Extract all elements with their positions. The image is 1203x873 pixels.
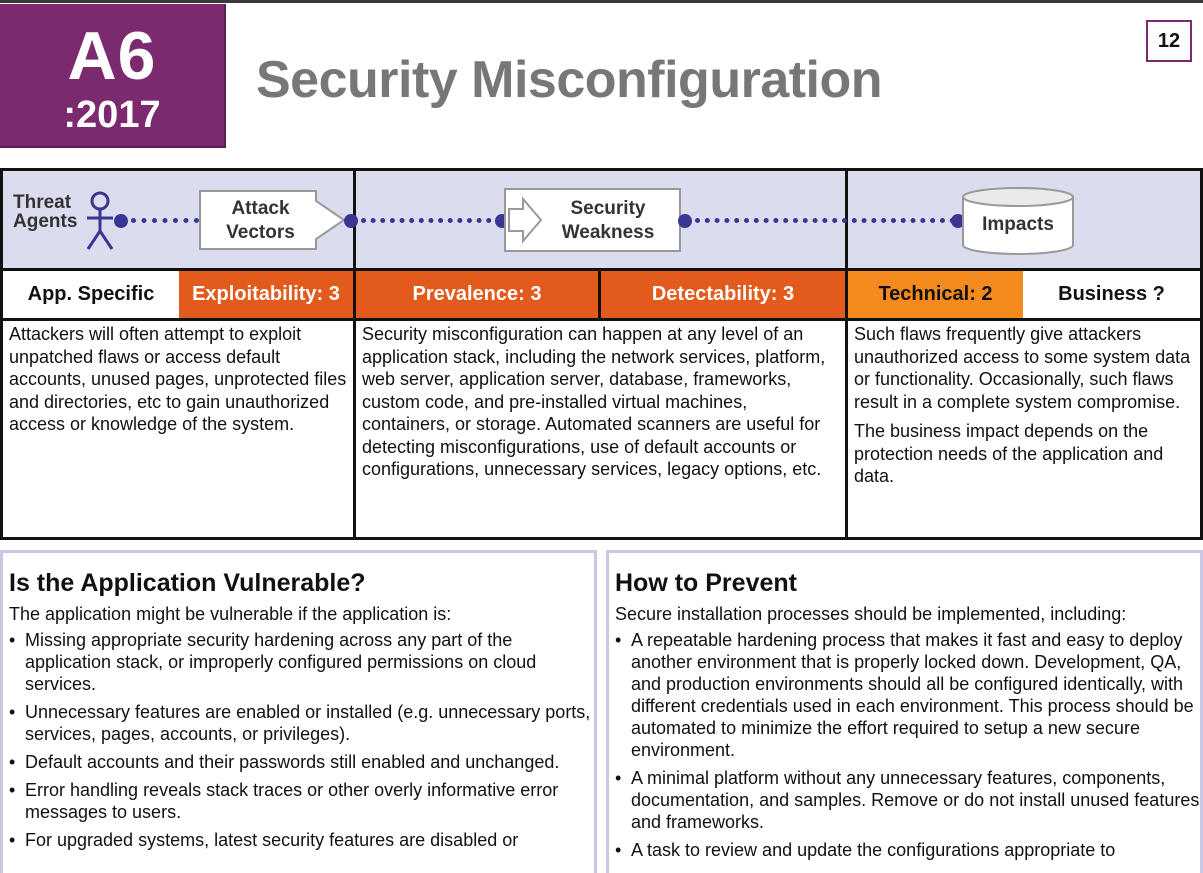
attack-vectors-label: Attack Vectors bbox=[226, 198, 295, 243]
flow-dot bbox=[344, 214, 358, 228]
vulnerable-intro: The application might be vulnerable if t… bbox=[9, 604, 452, 624]
top-rule bbox=[0, 0, 1203, 3]
flow-connector bbox=[361, 218, 501, 223]
weakness-description: Security misconfiguration can happen at … bbox=[362, 324, 826, 479]
exploitability-rating: Exploitability: 3 bbox=[179, 271, 353, 318]
attack-description: Attackers will often attempt to exploit … bbox=[9, 324, 347, 434]
list-item: A repeatable hardening process that make… bbox=[615, 629, 1200, 761]
flow-connector bbox=[131, 218, 199, 223]
app-specific-cell: App. Specific bbox=[3, 271, 179, 318]
flow-connector bbox=[695, 218, 955, 223]
impacts-label: Impacts bbox=[982, 214, 1054, 235]
prevent-panel: How to Prevent Secure installation proce… bbox=[606, 550, 1203, 873]
list-item: A task to review and update the configur… bbox=[615, 839, 1200, 861]
impact-description: Such flaws frequently give attackers una… bbox=[854, 323, 1194, 488]
flow-dot bbox=[114, 214, 128, 228]
list-item: Unnecessary features are enabled or inst… bbox=[9, 701, 594, 745]
business-rating: Business ? bbox=[1023, 271, 1200, 318]
badge-year: :2017 bbox=[63, 94, 161, 136]
impact-technical-text: Such flaws frequently give attackers una… bbox=[854, 324, 1191, 412]
column-divider bbox=[845, 171, 848, 537]
page-title: Security Misconfiguration bbox=[256, 51, 883, 109]
risk-table: Threat Agents Attack Vectors Security We… bbox=[0, 168, 1203, 540]
vulnerable-panel: Is the Application Vulnerable? The appli… bbox=[0, 550, 597, 873]
list-item: For upgraded systems, latest security fe… bbox=[9, 829, 594, 851]
list-item: Default accounts and their passwords sti… bbox=[9, 751, 594, 773]
risk-badge: A6 :2017 bbox=[0, 4, 226, 148]
detectability-rating: Detectability: 3 bbox=[601, 271, 845, 318]
threat-agents-label: Threat Agents bbox=[13, 192, 78, 232]
prevalence-rating: Prevalence: 3 bbox=[356, 271, 598, 318]
prevent-list: A repeatable hardening process that make… bbox=[615, 629, 1200, 861]
row-divider bbox=[3, 318, 1200, 321]
flow-dot bbox=[678, 214, 692, 228]
vulnerable-heading: Is the Application Vulnerable? bbox=[9, 569, 366, 597]
technical-rating: Technical: 2 bbox=[848, 271, 1023, 318]
page-number: 12 bbox=[1146, 20, 1192, 62]
prevent-heading: How to Prevent bbox=[615, 569, 797, 597]
list-item: Error handling reveals stack traces or o… bbox=[9, 779, 594, 823]
list-item: Missing appropriate security hardening a… bbox=[9, 629, 594, 695]
prevent-intro: Secure installation processes should be … bbox=[615, 604, 1127, 624]
vulnerable-list: Missing appropriate security hardening a… bbox=[9, 629, 594, 851]
security-weakness-label: Security Weakness bbox=[561, 198, 655, 243]
stick-figure-icon bbox=[86, 191, 114, 250]
list-item: A minimal platform without any unnecessa… bbox=[615, 767, 1200, 833]
badge-code: A6 bbox=[67, 18, 157, 94]
impact-business-text: The business impact depends on the prote… bbox=[854, 421, 1164, 486]
